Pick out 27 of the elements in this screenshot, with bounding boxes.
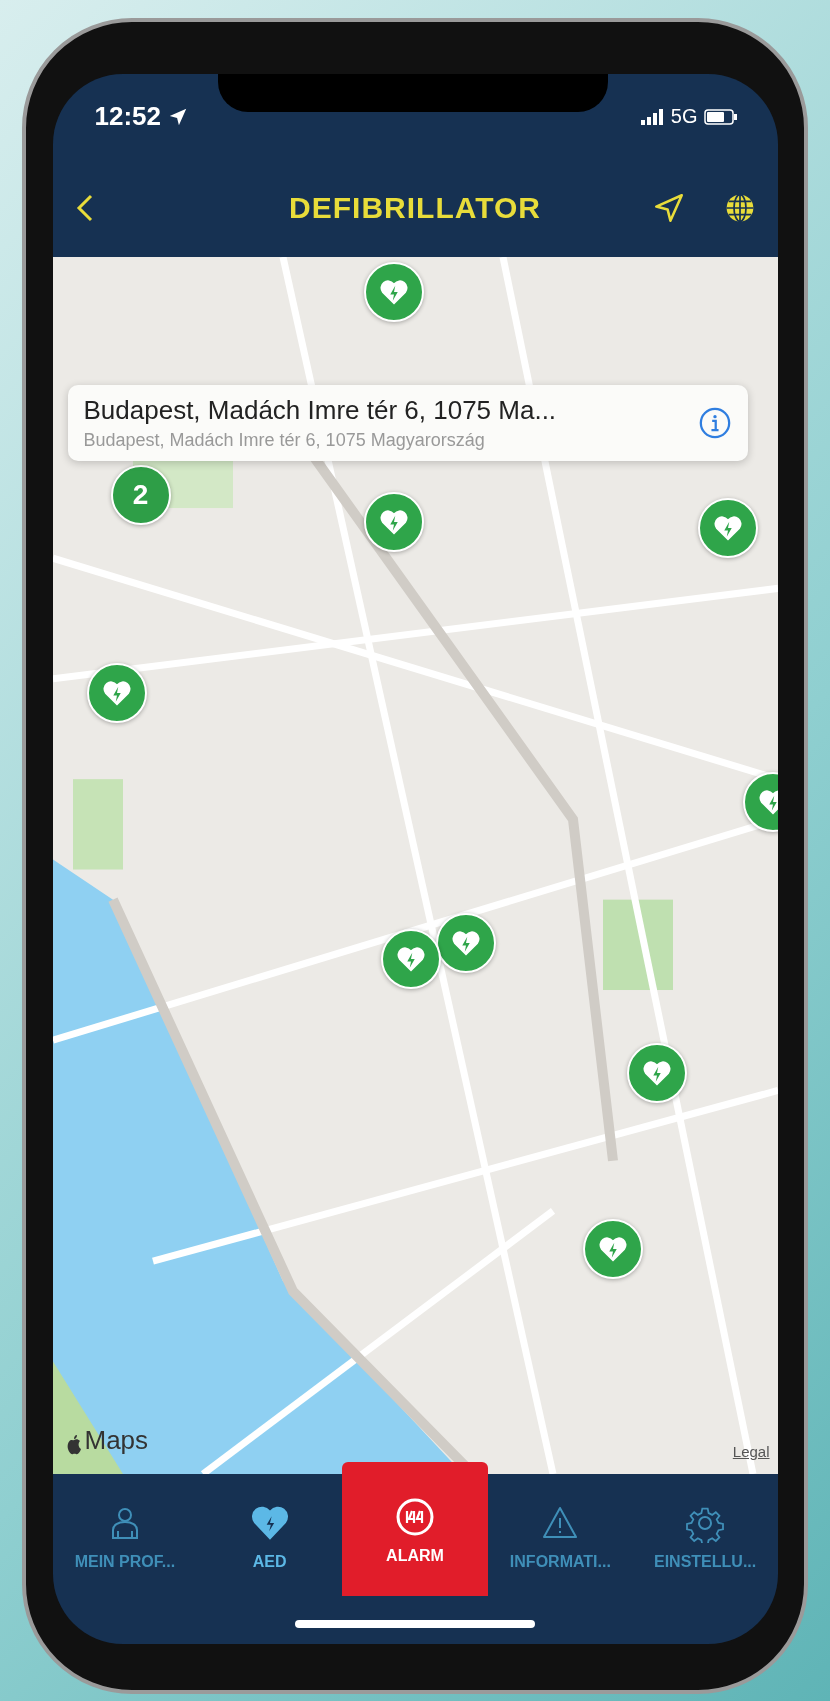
- heart-bolt-icon: [757, 788, 778, 816]
- status-time: 12:52: [94, 101, 161, 132]
- network-label: 5G: [670, 105, 698, 128]
- callout-title: Budapest, Madách Imre tér 6, 1075 Ma...: [83, 395, 558, 426]
- heart-bolt-icon: [378, 508, 409, 536]
- legal-link[interactable]: Legal: [732, 1443, 770, 1460]
- signal-icon: [640, 108, 665, 125]
- screen-title: DEFIBRILLATOR: [289, 191, 541, 225]
- info-icon[interactable]: [697, 406, 732, 440]
- tab-item[interactable]: AED: [197, 1474, 342, 1596]
- alarm-144-icon: [395, 1497, 435, 1537]
- back-chevron-icon: [74, 193, 95, 223]
- tab-item[interactable]: INFORMATI...: [488, 1474, 633, 1596]
- heart-bolt-icon: [395, 945, 426, 973]
- callout-subtitle: Budapest, Madách Imre tér 6, 1075 Magyarország: [83, 430, 486, 451]
- heart-bolt-icon: [641, 1059, 672, 1087]
- maps-label: Maps: [84, 1425, 149, 1456]
- heart-bolt-icon: [450, 929, 481, 957]
- heart-bolt-icon: [101, 679, 132, 707]
- heart-bolt-icon: [597, 1235, 628, 1263]
- tab-item[interactable]: EINSTELLU...: [632, 1474, 778, 1596]
- tab-item[interactable]: MEIN PROF...: [52, 1474, 198, 1596]
- heart-bolt-icon: [712, 514, 743, 542]
- heart-bolt-icon: [378, 278, 409, 306]
- battery-icon: [703, 108, 738, 125]
- location-callout[interactable]: Budapest, Madách Imre tér 6, 1075 Ma... Budapest, Madách Imre tér 6, 1075 Magyarország: [67, 385, 748, 461]
- tab-item[interactable]: ALARM: [342, 1462, 488, 1596]
